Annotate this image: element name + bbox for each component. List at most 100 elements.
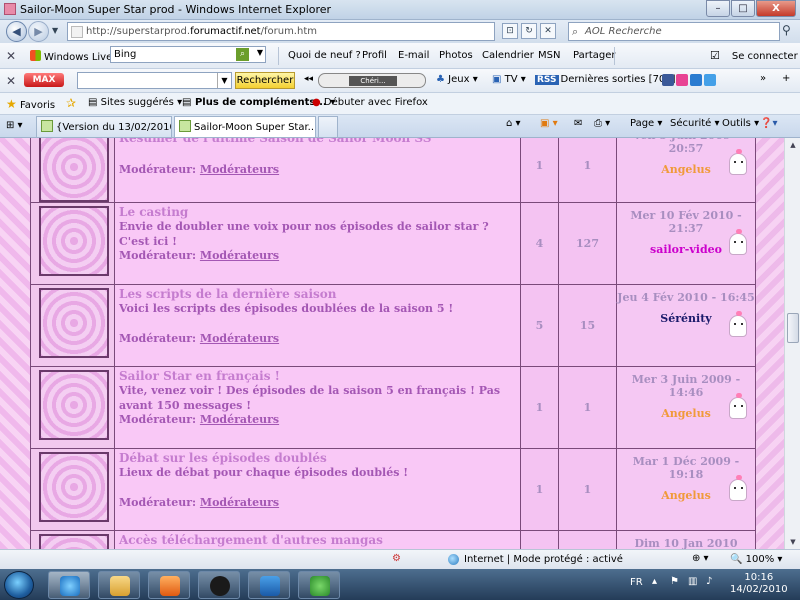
tab-page-icon — [41, 120, 53, 132]
addon-icon[interactable]: ⚙ — [392, 553, 401, 564]
print-icon[interactable]: ⎙ ▾ — [594, 118, 610, 129]
mail-icon[interactable]: ✉ — [574, 118, 582, 129]
moderator-link[interactable]: Modérateurs — [200, 413, 279, 426]
maximize-button[interactable]: □ — [731, 0, 755, 17]
bing-search-value[interactable]: Bing — [114, 49, 136, 60]
add-icon[interactable]: + — [782, 73, 790, 84]
moderator-link[interactable]: Modérateurs — [200, 332, 279, 345]
mascot-icon — [729, 311, 747, 337]
vertical-scrollbar[interactable]: ▲ ▼ — [784, 138, 800, 549]
moderator-link[interactable]: Modérateurs — [200, 163, 279, 176]
moderator-link[interactable]: Modérateurs — [200, 249, 279, 262]
start-button[interactable] — [4, 571, 34, 599]
forum-moderator: Modérateur: Modérateurs — [119, 496, 280, 509]
live-item-profil[interactable]: Profil — [362, 50, 387, 61]
last-post-cell: Ven 5 Juin 2009 - 20:57Angelus — [616, 138, 756, 203]
close-toolbar-icon[interactable]: ✕ — [6, 49, 16, 63]
page-menu[interactable]: Page ▾ — [630, 118, 662, 129]
forum-title-link[interactable]: Les scripts de la dernière saison — [119, 287, 516, 301]
forum-thumbnail — [39, 206, 109, 276]
windows-live-brand[interactable]: Windows Live — [30, 50, 112, 63]
forum-title-link[interactable]: Sailor Star en français ! — [119, 369, 516, 383]
forum-row: Le casting Envie de doubler une voix pour… — [30, 202, 756, 285]
live-item-quoi-de-neuf[interactable]: Quoi de neuf ? — [288, 50, 361, 61]
clock[interactable]: 10:16 14/02/2010 — [730, 572, 788, 596]
chevron-right-icon[interactable]: » — [760, 73, 766, 84]
live-item-partager[interactable]: Partager — [573, 50, 615, 61]
tv-button[interactable]: ▣ TV ▾ — [492, 74, 526, 85]
search-box[interactable]: ⌕ AOL Recherche — [568, 22, 780, 41]
chevron-down-icon[interactable]: ▼ — [217, 73, 231, 88]
radio-player[interactable]: Chéri... — [318, 73, 426, 88]
taskbar-ie[interactable] — [48, 571, 90, 599]
tab-sailor-moon[interactable]: Sailor-Moon Super Star... ✕ — [174, 116, 316, 137]
language-indicator[interactable]: FR — [630, 577, 643, 588]
social-icon[interactable] — [704, 74, 716, 86]
forum-title-link[interactable]: Débat sur les épisodes doublés — [119, 451, 516, 465]
forward-button[interactable]: ▶ — [28, 21, 49, 42]
taskbar-media-player[interactable] — [148, 571, 190, 599]
taskbar-hp[interactable] — [198, 571, 240, 599]
audio-prev-icon[interactable]: ◂◂ — [304, 74, 313, 84]
network-icon[interactable]: ▥ — [688, 576, 697, 587]
home-icon[interactable]: ⌂ ▾ — [506, 118, 521, 129]
quick-tabs-icon[interactable]: ⊞ ▾ — [6, 120, 23, 131]
back-button[interactable]: ◀ — [6, 21, 27, 42]
forum-title-link[interactable]: Le casting — [119, 205, 516, 219]
stop-icon[interactable]: ✕ — [540, 23, 556, 39]
taskbar-app[interactable] — [248, 571, 290, 599]
jeux-button[interactable]: ♣ Jeux ▾ — [436, 74, 478, 85]
compatibility-icon[interactable]: ⊡ — [502, 23, 518, 39]
show-hidden-icons[interactable]: ▴ — [652, 576, 657, 587]
live-item-photos[interactable]: Photos — [439, 50, 473, 61]
facebook-icon[interactable] — [662, 74, 674, 86]
bing-go-icon[interactable]: ⌕ — [236, 48, 249, 61]
rechercher-button[interactable]: Rechercher — [235, 72, 295, 89]
outils-menu[interactable]: Outils ▾ — [722, 118, 759, 129]
search-icon[interactable]: ⚲ — [782, 23, 791, 37]
add-favorite-icon[interactable]: ✰ — [66, 96, 76, 110]
forum-description: Vite, venez voir ! Des épisodes de la sa… — [119, 384, 501, 412]
live-item-msn[interactable]: MSN — [538, 50, 560, 61]
scroll-up-icon[interactable]: ▲ — [786, 138, 800, 152]
sites-suggeres-link[interactable]: ▤ Sites suggérés ▾ — [88, 97, 182, 108]
close-toolbar-icon[interactable]: ✕ — [6, 74, 16, 88]
forum-description: Voici les scripts des épisodes doublées … — [119, 302, 454, 315]
refresh-icon[interactable]: ↻ — [521, 23, 537, 39]
forum-title-link[interactable]: Résumer de l'ultime Saison de Sailor Moo… — [119, 138, 516, 145]
connect-link[interactable]: ☑ Se connecter — [710, 49, 798, 62]
moderator-link[interactable]: Modérateurs — [200, 496, 279, 509]
hp-icon — [210, 576, 230, 596]
max-search-input[interactable]: ▼ — [77, 72, 232, 89]
help-icon[interactable]: ❓▾ — [760, 118, 777, 129]
address-bar[interactable]: http://superstarprod.forumactif.net/foru… — [67, 22, 495, 41]
tab-version[interactable]: {Version du 13/02/2010} — [36, 116, 172, 137]
taskbar-explorer[interactable] — [98, 571, 140, 599]
zoom-level[interactable]: 🔍 100% ▾ — [730, 554, 782, 565]
scroll-down-icon[interactable]: ▼ — [786, 535, 800, 549]
social-icon[interactable] — [690, 74, 702, 86]
securite-menu[interactable]: Sécurité ▾ — [670, 118, 720, 129]
close-button[interactable]: X — [756, 0, 796, 17]
protected-mode-icon[interactable]: ⊕ ▾ — [692, 553, 709, 564]
live-item-calendrier[interactable]: Calendrier — [482, 50, 534, 61]
bing-search-field[interactable]: Bing ⌕ ▼ — [110, 46, 266, 63]
new-tab-button[interactable] — [318, 116, 338, 137]
scroll-thumb[interactable] — [787, 313, 799, 343]
social-icon[interactable] — [676, 74, 688, 86]
search-input[interactable]: AOL Recherche — [585, 26, 662, 37]
history-dropdown-icon[interactable]: ▼ — [52, 26, 58, 35]
volume-icon[interactable]: ♪ — [706, 576, 712, 587]
chevron-down-icon[interactable]: ▼ — [257, 48, 263, 57]
max-logo-icon[interactable]: MAX — [24, 73, 64, 87]
minimize-button[interactable]: – — [706, 0, 730, 17]
rss-feed-icon[interactable]: ▣ ▾ — [540, 118, 558, 129]
url-domain: forumactif.net — [190, 26, 261, 37]
taskbar-messenger[interactable] — [298, 571, 340, 599]
forum-thumb-cell — [30, 530, 115, 549]
flag-icon[interactable]: ⚑ — [670, 576, 679, 587]
live-item-email[interactable]: E-mail — [398, 50, 429, 61]
favoris-button[interactable]: ★ Favoris — [6, 97, 55, 111]
forum-title-link[interactable]: Accès téléchargement d'autres mangas — [119, 533, 516, 547]
firefox-link[interactable]: ● Débuter avec Firefox — [312, 97, 428, 108]
